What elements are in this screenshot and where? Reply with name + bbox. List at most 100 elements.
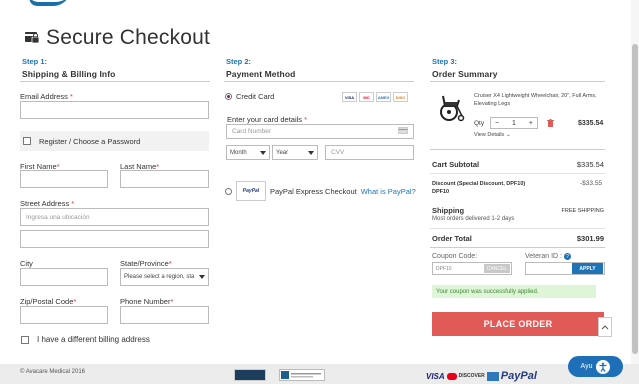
chevron-down-icon: ⌄ <box>506 132 511 138</box>
trash-icon[interactable] <box>547 119 554 129</box>
qty-plus-button[interactable]: + <box>529 120 533 127</box>
paypal-radio[interactable] <box>225 187 232 195</box>
payment-marks: VISA DISCOVER PayPal <box>426 370 537 382</box>
product-price: $335.54 <box>578 120 604 127</box>
veteran-apply-button[interactable]: APPLY <box>572 263 603 274</box>
qty-label: Qty <box>474 120 485 127</box>
state-select-value: Please select a region, sta <box>124 274 195 280</box>
summary-divider-3 <box>430 228 605 229</box>
step3-divider <box>430 81 605 82</box>
coupon-value: DPF10 <box>436 265 452 272</box>
phone-field[interactable] <box>120 306 209 324</box>
summary-divider-4 <box>430 247 605 248</box>
register-label: Register / Choose a Password <box>39 136 141 146</box>
cvv-placeholder: CVV <box>331 149 345 156</box>
veteran-id-label-wrap: Veteran ID : ? <box>525 253 571 260</box>
credit-card-radio[interactable] <box>225 93 232 100</box>
year-select-value: Year <box>276 149 289 156</box>
accessibility-icon[interactable] <box>596 359 611 374</box>
card-number-placeholder: Card Number <box>232 128 272 135</box>
coupon-label: Coupon Code: <box>432 253 478 260</box>
total-row: Order Total $301.99 <box>432 234 604 243</box>
state-select[interactable]: Please select a region, sta <box>120 268 209 286</box>
card-details-label: Enter your card details * <box>227 115 308 124</box>
shipping-note: Most orders delivered 1-2 days <box>432 216 515 222</box>
street-field-1[interactable]: Ingresa una ubicación <box>20 208 209 226</box>
register-checkbox[interactable] <box>23 137 31 145</box>
view-details-label: View Details <box>474 132 505 138</box>
step3-label: Step 3: <box>432 57 458 66</box>
mastercard-icon: MC <box>359 92 374 102</box>
subtotal-value: $335.54 <box>576 160 604 169</box>
paypal-option[interactable]: PayPal PayPal Express Checkout What is P… <box>225 181 416 201</box>
bbb-badge[interactable] <box>279 369 325 381</box>
city-field[interactable] <box>20 268 108 286</box>
step1-title: Shipping & Billing Info <box>22 69 116 79</box>
step3-title: Order Summary <box>432 69 498 79</box>
place-order-button[interactable]: PLACE ORDER <box>432 312 604 336</box>
cvv-field[interactable]: CVV <box>325 145 414 160</box>
card-number-field[interactable]: Card Number <box>226 124 414 139</box>
step2-divider <box>224 81 414 82</box>
coupon-cancel-button[interactable]: CANCEL <box>484 264 510 273</box>
shipping-row: Shipping FREE SHIPPING <box>432 206 604 215</box>
brand-logo[interactable] <box>25 0 71 6</box>
year-select[interactable]: Year <box>272 145 318 160</box>
amex-icon: AMEX <box>376 92 391 102</box>
zip-field[interactable] <box>20 306 108 324</box>
copyright-text: © Avacare Medical 2016 <box>20 369 86 375</box>
state-label: State/Province* <box>120 259 172 268</box>
billing-checkbox[interactable] <box>21 335 29 344</box>
email-field[interactable] <box>20 101 209 119</box>
shipping-label: Shipping <box>432 206 465 215</box>
street-field-2[interactable] <box>20 230 209 248</box>
scrollbar-thumb[interactable] <box>632 44 638 354</box>
chat-label: Ayu <box>580 363 593 370</box>
chevron-down-icon <box>308 150 314 155</box>
step2-title: Payment Method <box>226 69 296 79</box>
billing-address-option[interactable]: I have a different billing address <box>21 335 150 344</box>
step1-label: Step 1: <box>22 57 48 66</box>
visa-icon: VISA <box>342 92 357 102</box>
chat-widget-button[interactable]: Ayu <box>568 356 623 377</box>
first-name-field[interactable] <box>20 170 108 188</box>
discount-label: Discount (Special Discount, DPF10) DPF10 <box>432 181 526 195</box>
paypal-badge-icon: PayPal <box>236 181 266 201</box>
month-select-value: Month <box>230 149 247 156</box>
last-name-field[interactable] <box>120 170 209 188</box>
street-placeholder: Ingresa una ubicación <box>26 213 90 221</box>
total-value: $301.99 <box>576 234 604 243</box>
shipping-value: FREE SHIPPING <box>561 207 604 214</box>
month-select[interactable]: Month <box>226 145 270 160</box>
step1-divider <box>20 81 210 82</box>
visa-mark-icon: VISA <box>426 371 445 381</box>
scroll-to-top-button[interactable] <box>598 317 612 337</box>
help-icon[interactable]: ? <box>563 253 571 260</box>
credit-card-option[interactable]: Credit Card <box>225 92 274 101</box>
paypal-info-link[interactable]: What is PayPal? <box>361 187 416 196</box>
product-name[interactable]: Cruiser X4 Lightweight Wheelchair, 20", … <box>474 92 602 108</box>
quantity-stepper[interactable]: − 1 + <box>490 117 538 129</box>
paypal-mark-icon: PayPal <box>500 370 537 382</box>
chevron-down-icon <box>260 150 266 155</box>
mastercard-mark-icon <box>446 372 457 380</box>
card-logos: VISA MC AMEX DISC <box>342 92 408 102</box>
wheelchair-product-image[interactable] <box>435 92 467 124</box>
trust-badge-1[interactable] <box>234 369 266 381</box>
page-title: Secure Checkout <box>46 26 211 49</box>
email-label: Email Address * <box>20 92 73 101</box>
qty-minus-button[interactable]: − <box>495 120 499 127</box>
register-option[interactable]: Register / Choose a Password <box>20 131 209 151</box>
street-label: Street Address * <box>20 199 75 208</box>
subtotal-row: Cart Subtotal $335.54 <box>432 160 604 169</box>
phone-label: Phone Number* <box>120 297 174 306</box>
card-icon <box>398 127 408 136</box>
chevron-down-icon <box>199 275 205 279</box>
view-details-toggle[interactable]: View Details ⌄ <box>474 132 511 138</box>
qty-value: 1 <box>512 119 516 127</box>
secure-lock-icon <box>24 30 40 46</box>
summary-divider-1 <box>430 149 605 150</box>
coupon-success-message: Your coupon was successfully applied. <box>432 285 596 298</box>
veteran-id-label: Veteran ID : <box>525 253 562 260</box>
discover-icon: DISC <box>393 92 408 102</box>
